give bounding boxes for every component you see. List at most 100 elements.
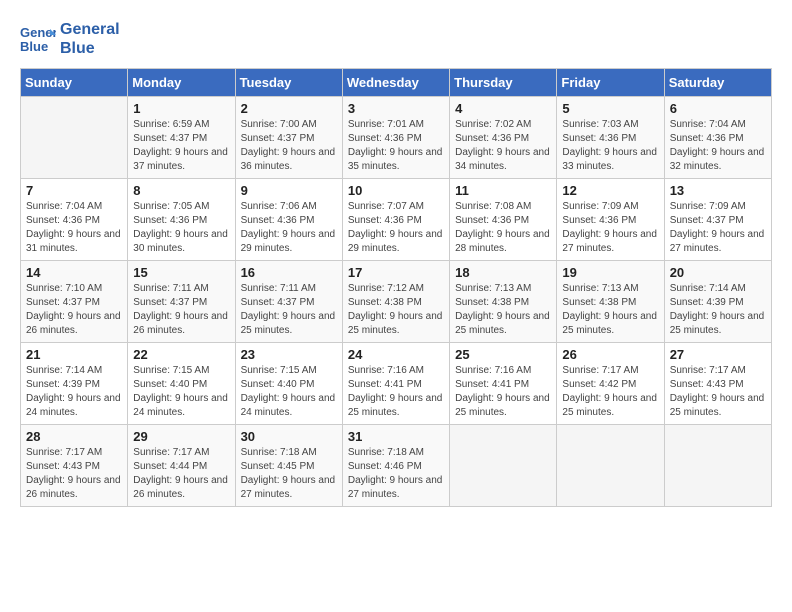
calendar-cell: 15 Sunrise: 7:11 AMSunset: 4:37 PMDayligh…: [128, 261, 235, 343]
day-info: Sunrise: 7:16 AMSunset: 4:41 PMDaylight:…: [348, 364, 444, 420]
day-number: 12: [562, 183, 658, 198]
calendar-cell: [450, 425, 557, 507]
calendar-cell: 28Sunrise: 7:17 AMSunset: 4:43 PMDayligh…: [21, 425, 128, 507]
day-number: 13: [670, 183, 766, 198]
day-info: Sunrise: 7:17 AMSunset: 4:44 PMDaylight:…: [133, 446, 229, 502]
calendar-cell: 7 Sunrise: 7:04 AMSunset: 4:36 PMDaylight…: [21, 179, 128, 261]
day-number: 31: [348, 429, 444, 444]
calendar-cell: 22 Sunrise: 7:15 AMSunset: 4:40 PMDayligh…: [128, 343, 235, 425]
calendar-week-2: 7 Sunrise: 7:04 AMSunset: 4:36 PMDaylight…: [21, 179, 772, 261]
day-number: 30: [241, 429, 337, 444]
calendar-cell: 16 Sunrise: 7:11 AMSunset: 4:37 PMDayligh…: [235, 261, 342, 343]
day-info: Sunrise: 7:14 AMSunset: 4:39 PMDaylight:…: [670, 282, 766, 338]
calendar-week-4: 21Sunrise: 7:14 AMSunset: 4:39 PMDayligh…: [21, 343, 772, 425]
day-info: Sunrise: 7:03 AMSunset: 4:36 PMDaylight:…: [562, 118, 658, 174]
day-number: 15: [133, 265, 229, 280]
day-number: 6: [670, 101, 766, 116]
calendar-cell: 13 Sunrise: 7:09 AMSunset: 4:37 PMDayligh…: [664, 179, 771, 261]
calendar-cell: 3Sunrise: 7:01 AMSunset: 4:36 PMDaylight…: [342, 97, 449, 179]
day-info: Sunrise: 7:11 AMSunset: 4:37 PMDaylight:…: [241, 282, 337, 338]
day-number: 18: [455, 265, 551, 280]
day-info: Sunrise: 7:09 AMSunset: 4:37 PMDaylight:…: [670, 200, 766, 256]
weekday-header-sunday: Sunday: [21, 69, 128, 97]
calendar-header: SundayMondayTuesdayWednesdayThursdayFrid…: [21, 69, 772, 97]
day-info: Sunrise: 7:04 AMSunset: 4:36 PMDaylight:…: [26, 200, 122, 256]
day-info: Sunrise: 7:18 AMSunset: 4:45 PMDaylight:…: [241, 446, 337, 502]
calendar-cell: 25 Sunrise: 7:16 AMSunset: 4:41 PMDayligh…: [450, 343, 557, 425]
day-number: 20: [670, 265, 766, 280]
calendar-cell: [21, 97, 128, 179]
day-info: Sunrise: 7:06 AMSunset: 4:36 PMDaylight:…: [241, 200, 337, 256]
weekday-header-thursday: Thursday: [450, 69, 557, 97]
calendar-cell: 2Sunrise: 7:00 AMSunset: 4:37 PMDaylight…: [235, 97, 342, 179]
calendar-cell: 29 Sunrise: 7:17 AMSunset: 4:44 PMDayligh…: [128, 425, 235, 507]
weekday-header-wednesday: Wednesday: [342, 69, 449, 97]
calendar-body: 1Sunrise: 6:59 AMSunset: 4:37 PMDaylight…: [21, 97, 772, 507]
day-number: 22: [133, 347, 229, 362]
day-info: Sunrise: 7:08 AMSunset: 4:36 PMDaylight:…: [455, 200, 551, 256]
logo-text: General Blue: [60, 20, 120, 58]
day-number: 17: [348, 265, 444, 280]
calendar-cell: 4 Sunrise: 7:02 AMSunset: 4:36 PMDaylight…: [450, 97, 557, 179]
day-info: Sunrise: 7:00 AMSunset: 4:37 PMDaylight:…: [241, 118, 337, 174]
calendar-cell: 5 Sunrise: 7:03 AMSunset: 4:36 PMDaylight…: [557, 97, 664, 179]
weekday-header-tuesday: Tuesday: [235, 69, 342, 97]
day-info: Sunrise: 7:17 AMSunset: 4:43 PMDaylight:…: [670, 364, 766, 420]
day-number: 24: [348, 347, 444, 362]
calendar-cell: 1Sunrise: 6:59 AMSunset: 4:37 PMDaylight…: [128, 97, 235, 179]
day-info: Sunrise: 7:02 AMSunset: 4:36 PMDaylight:…: [455, 118, 551, 174]
day-number: 9: [241, 183, 337, 198]
calendar-cell: 6 Sunrise: 7:04 AMSunset: 4:36 PMDaylight…: [664, 97, 771, 179]
calendar-cell: 24 Sunrise: 7:16 AMSunset: 4:41 PMDayligh…: [342, 343, 449, 425]
calendar-cell: 26Sunrise: 7:17 AMSunset: 4:42 PMDayligh…: [557, 343, 664, 425]
calendar-cell: 9 Sunrise: 7:06 AMSunset: 4:36 PMDaylight…: [235, 179, 342, 261]
day-number: 23: [241, 347, 337, 362]
day-number: 4: [455, 101, 551, 116]
calendar-cell: 8 Sunrise: 7:05 AMSunset: 4:36 PMDaylight…: [128, 179, 235, 261]
day-number: 8: [133, 183, 229, 198]
day-number: 19: [562, 265, 658, 280]
day-info: Sunrise: 7:15 AMSunset: 4:40 PMDaylight:…: [133, 364, 229, 420]
calendar-cell: 11 Sunrise: 7:08 AMSunset: 4:36 PMDayligh…: [450, 179, 557, 261]
day-number: 16: [241, 265, 337, 280]
day-info: Sunrise: 7:15 AMSunset: 4:40 PMDaylight:…: [241, 364, 337, 420]
day-info: Sunrise: 7:05 AMSunset: 4:36 PMDaylight:…: [133, 200, 229, 256]
day-number: 25: [455, 347, 551, 362]
calendar-cell: 19 Sunrise: 7:13 AMSunset: 4:38 PMDayligh…: [557, 261, 664, 343]
svg-text:Blue: Blue: [20, 39, 48, 54]
calendar-cell: 30 Sunrise: 7:18 AMSunset: 4:45 PMDayligh…: [235, 425, 342, 507]
calendar-cell: 20 Sunrise: 7:14 AMSunset: 4:39 PMDayligh…: [664, 261, 771, 343]
weekday-row: SundayMondayTuesdayWednesdayThursdayFrid…: [21, 69, 772, 97]
day-info: Sunrise: 7:09 AMSunset: 4:36 PMDaylight:…: [562, 200, 658, 256]
day-number: 1: [133, 101, 229, 116]
calendar-cell: 14 Sunrise: 7:10 AMSunset: 4:37 PMDayligh…: [21, 261, 128, 343]
day-info: Sunrise: 7:13 AMSunset: 4:38 PMDaylight:…: [562, 282, 658, 338]
day-number: 21: [26, 347, 122, 362]
day-number: 11: [455, 183, 551, 198]
day-number: 7: [26, 183, 122, 198]
calendar-cell: 18 Sunrise: 7:13 AMSunset: 4:38 PMDayligh…: [450, 261, 557, 343]
calendar-cell: 27 Sunrise: 7:17 AMSunset: 4:43 PMDayligh…: [664, 343, 771, 425]
day-number: 26: [562, 347, 658, 362]
day-number: 5: [562, 101, 658, 116]
header: General Blue General Blue: [20, 20, 772, 58]
weekday-header-friday: Friday: [557, 69, 664, 97]
day-number: 14: [26, 265, 122, 280]
day-info: Sunrise: 7:11 AMSunset: 4:37 PMDaylight:…: [133, 282, 229, 338]
day-info: Sunrise: 7:04 AMSunset: 4:36 PMDaylight:…: [670, 118, 766, 174]
calendar-week-5: 28Sunrise: 7:17 AMSunset: 4:43 PMDayligh…: [21, 425, 772, 507]
day-number: 29: [133, 429, 229, 444]
calendar-cell: 12 Sunrise: 7:09 AMSunset: 4:36 PMDayligh…: [557, 179, 664, 261]
day-number: 27: [670, 347, 766, 362]
calendar-cell: 17Sunrise: 7:12 AMSunset: 4:38 PMDayligh…: [342, 261, 449, 343]
day-info: Sunrise: 7:16 AMSunset: 4:41 PMDaylight:…: [455, 364, 551, 420]
weekday-header-monday: Monday: [128, 69, 235, 97]
calendar-table: SundayMondayTuesdayWednesdayThursdayFrid…: [20, 68, 772, 507]
calendar-cell: 10Sunrise: 7:07 AMSunset: 4:36 PMDayligh…: [342, 179, 449, 261]
day-info: Sunrise: 7:10 AMSunset: 4:37 PMDaylight:…: [26, 282, 122, 338]
day-number: 3: [348, 101, 444, 116]
day-info: Sunrise: 7:18 AMSunset: 4:46 PMDaylight:…: [348, 446, 444, 502]
day-info: Sunrise: 7:13 AMSunset: 4:38 PMDaylight:…: [455, 282, 551, 338]
calendar-cell: 31 Sunrise: 7:18 AMSunset: 4:46 PMDayligh…: [342, 425, 449, 507]
calendar-cell: [664, 425, 771, 507]
